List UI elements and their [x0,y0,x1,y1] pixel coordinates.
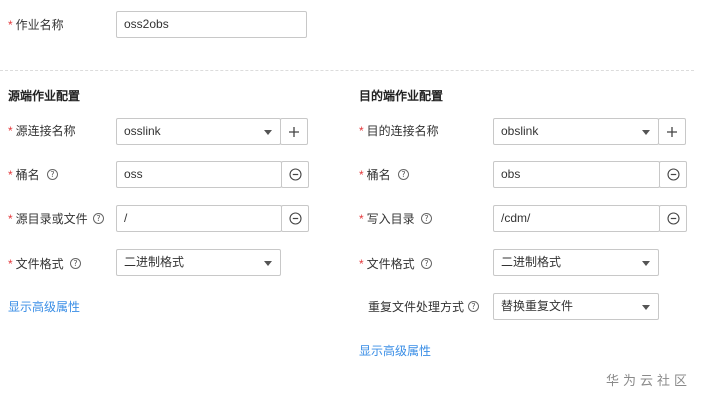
target-show-advanced-link[interactable]: 显示高级属性 [359,343,431,359]
target-format-value: 二进制格式 [501,255,562,269]
source-bucket-label: * 桶名 [8,168,40,182]
chevron-down-icon [642,130,650,135]
target-link-label: * 目的连接名称 [359,124,439,138]
target-link-select[interactable]: obslink [493,118,659,145]
duplicate-handling-label: 重复文件处理方式 [368,300,465,314]
remove-target-dir-button[interactable] [659,205,687,232]
help-icon[interactable]: ? [47,169,58,180]
chevron-down-icon [642,305,650,310]
source-link-label: * 源连接名称 [8,124,76,138]
plus-icon [289,126,299,137]
watermark: 华为云社区 [605,373,691,388]
source-link-select[interactable]: osslink [116,118,281,145]
chevron-down-icon [264,130,272,135]
source-format-label: * 文件格式 [8,257,64,271]
help-icon[interactable]: ? [398,169,409,180]
help-icon[interactable]: ? [468,301,479,312]
section-divider [0,70,694,71]
duplicate-handling-select[interactable]: 替换重复文件 [493,293,659,320]
source-link-value: osslink [124,124,161,138]
target-format-select[interactable]: 二进制格式 [493,249,659,276]
target-link-value: obslink [501,124,539,138]
target-bucket-input[interactable]: obs [493,161,660,188]
required-marker: * [359,168,364,182]
required-marker: * [8,18,13,32]
target-dir-label: * 写入目录 [359,212,415,226]
source-dir-input[interactable]: / [116,205,282,232]
target-bucket-label: * 桶名 [359,168,391,182]
minus-circle-icon [288,212,302,225]
help-icon[interactable]: ? [70,258,81,269]
target-config-heading: 目的端作业配置 [359,89,444,103]
remove-source-dir-button[interactable] [281,205,309,232]
help-icon[interactable]: ? [421,258,432,269]
minus-circle-icon [288,168,302,181]
job-name-label: * 作业名称 [8,18,64,32]
add-source-link-button[interactable] [280,118,308,145]
required-marker: * [8,257,13,271]
minus-circle-icon [666,168,680,181]
target-dir-input[interactable]: /cdm/ [493,205,660,232]
source-dir-label: * 源目录或文件 [8,212,88,226]
source-bucket-input[interactable]: oss [116,161,282,188]
required-marker: * [359,124,364,138]
source-format-select[interactable]: 二进制格式 [116,249,281,276]
minus-circle-icon [666,212,680,225]
required-marker: * [8,212,13,226]
help-icon[interactable]: ? [93,213,104,224]
plus-icon [667,126,677,137]
required-marker: * [8,124,13,138]
source-show-advanced-link[interactable]: 显示高级属性 [8,299,80,315]
remove-source-bucket-button[interactable] [281,161,309,188]
source-config-heading: 源端作业配置 [8,89,81,103]
source-format-value: 二进制格式 [124,255,185,269]
job-name-input[interactable]: oss2obs [116,11,307,38]
chevron-down-icon [264,261,272,266]
add-target-link-button[interactable] [658,118,686,145]
remove-target-bucket-button[interactable] [659,161,687,188]
required-marker: * [8,168,13,182]
help-icon[interactable]: ? [421,213,432,224]
required-marker: * [359,257,364,271]
required-marker: * [359,212,364,226]
duplicate-handling-value: 替换重复文件 [501,299,574,313]
target-format-label: * 文件格式 [359,257,415,271]
chevron-down-icon [642,261,650,266]
